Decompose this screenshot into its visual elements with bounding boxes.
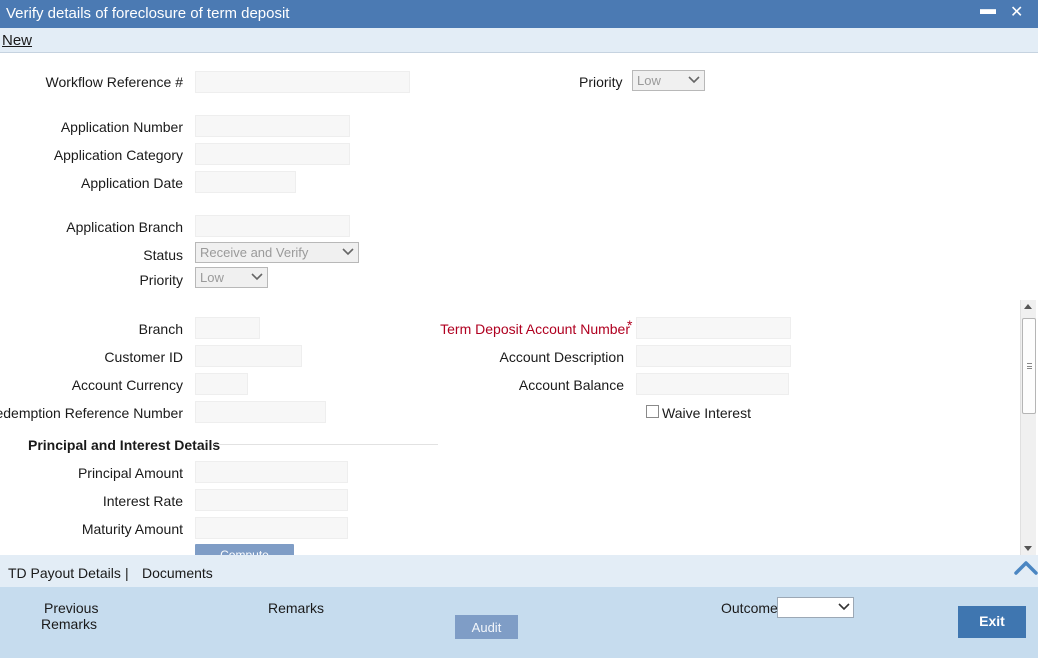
- interest-rate-label: Interest Rate: [102, 493, 183, 509]
- account-currency-label: Account Currency: [71, 377, 183, 393]
- tab-separator: |: [125, 565, 129, 581]
- customer-id-input[interactable]: [195, 345, 302, 367]
- account-currency-input[interactable]: [195, 373, 248, 395]
- footer-bar: Previous Remarks Remarks Audit Outcome E…: [0, 587, 1038, 658]
- account-balance-label: Account Balance: [518, 377, 624, 393]
- maturity-amount-input[interactable]: [195, 517, 348, 539]
- status-value: Receive and Verify: [200, 245, 309, 260]
- application-date-label: Application Date: [81, 175, 183, 191]
- form-scrollbar[interactable]: [1020, 300, 1036, 555]
- customer-id-label: Customer ID: [104, 349, 183, 365]
- new-link[interactable]: New: [2, 32, 32, 49]
- interest-rate-input[interactable]: [195, 489, 348, 511]
- td-account-number-text: Term Deposit Account Number: [440, 321, 630, 337]
- workflow-reference-label: Workflow Reference #: [45, 74, 183, 90]
- principal-section-title: Principal and Interest Details: [28, 437, 221, 453]
- application-branch-input[interactable]: [195, 215, 350, 237]
- required-marker: *: [627, 317, 633, 333]
- minimize-icon[interactable]: ▬: [980, 1, 996, 19]
- sub-screen-tabs: TD Payout Details | Documents: [0, 555, 1038, 587]
- branch-label: Branch: [138, 321, 183, 337]
- workflow-reference-input[interactable]: [195, 71, 410, 93]
- status-select[interactable]: Receive and Verify: [195, 242, 359, 263]
- remarks-link[interactable]: Remarks: [268, 600, 324, 616]
- window-titlebar: Verify details of foreclosure of term de…: [0, 0, 1038, 28]
- chevron-down-icon: [838, 603, 850, 611]
- principal-amount-label: Principal Amount: [77, 465, 183, 481]
- waive-interest-checkbox[interactable]: [646, 405, 659, 418]
- account-balance-input[interactable]: [636, 373, 789, 395]
- waive-interest-label: Waive Interest: [662, 405, 751, 421]
- account-description-label: Account Description: [499, 349, 624, 365]
- compute-button[interactable]: Compute: [195, 544, 294, 555]
- application-number-label: Application Number: [60, 119, 183, 135]
- window-title: Verify details of foreclosure of term de…: [6, 5, 290, 22]
- tab-documents[interactable]: Documents: [142, 565, 213, 581]
- scroll-down-icon[interactable]: [1024, 546, 1032, 551]
- scroll-thumb[interactable]: [1022, 318, 1036, 414]
- redemption-reference-input[interactable]: [195, 401, 326, 423]
- maturity-amount-label: Maturity Amount: [81, 521, 183, 537]
- previous-remarks-line1[interactable]: Previous: [44, 600, 98, 616]
- outcome-label: Outcome: [721, 600, 778, 616]
- redemption-reference-label: Redemption Reference Number: [0, 405, 183, 421]
- application-date-input[interactable]: [195, 171, 296, 193]
- grip-icon: [1027, 363, 1032, 369]
- tab-td-payout-details[interactable]: TD Payout Details: [8, 565, 121, 581]
- menu-bar: New: [0, 28, 1038, 53]
- priority-value: Low: [200, 270, 224, 285]
- priority-label: Priority: [139, 272, 183, 288]
- main-form: Workflow Reference # Priority Low Applic…: [0, 53, 1020, 555]
- account-description-input[interactable]: [636, 345, 791, 367]
- section-divider: [214, 444, 438, 445]
- priority-top-value: Low: [637, 73, 661, 88]
- chevron-down-icon: [342, 248, 354, 256]
- chevron-down-icon: [251, 273, 263, 281]
- principal-amount-input[interactable]: [195, 461, 348, 483]
- td-account-number-label: Term Deposit Account Number: [440, 321, 630, 337]
- chevron-down-icon: [688, 76, 700, 84]
- audit-button[interactable]: Audit: [455, 615, 518, 639]
- close-icon[interactable]: ✕: [1010, 2, 1023, 22]
- status-label: Status: [143, 247, 183, 263]
- application-branch-label: Application Branch: [66, 219, 183, 235]
- application-number-input[interactable]: [195, 115, 350, 137]
- chevron-up-icon[interactable]: [1014, 559, 1038, 577]
- priority-top-label: Priority: [579, 74, 623, 90]
- application-category-input[interactable]: [195, 143, 350, 165]
- previous-remarks-line2[interactable]: Remarks: [41, 616, 97, 632]
- outcome-select[interactable]: [777, 597, 854, 618]
- priority-top-select[interactable]: Low: [632, 70, 705, 91]
- exit-button[interactable]: Exit: [958, 606, 1026, 638]
- branch-input[interactable]: [195, 317, 260, 339]
- scroll-up-icon[interactable]: [1024, 304, 1032, 309]
- application-category-label: Application Category: [53, 147, 183, 163]
- priority-select[interactable]: Low: [195, 267, 268, 288]
- td-account-number-input[interactable]: [636, 317, 791, 339]
